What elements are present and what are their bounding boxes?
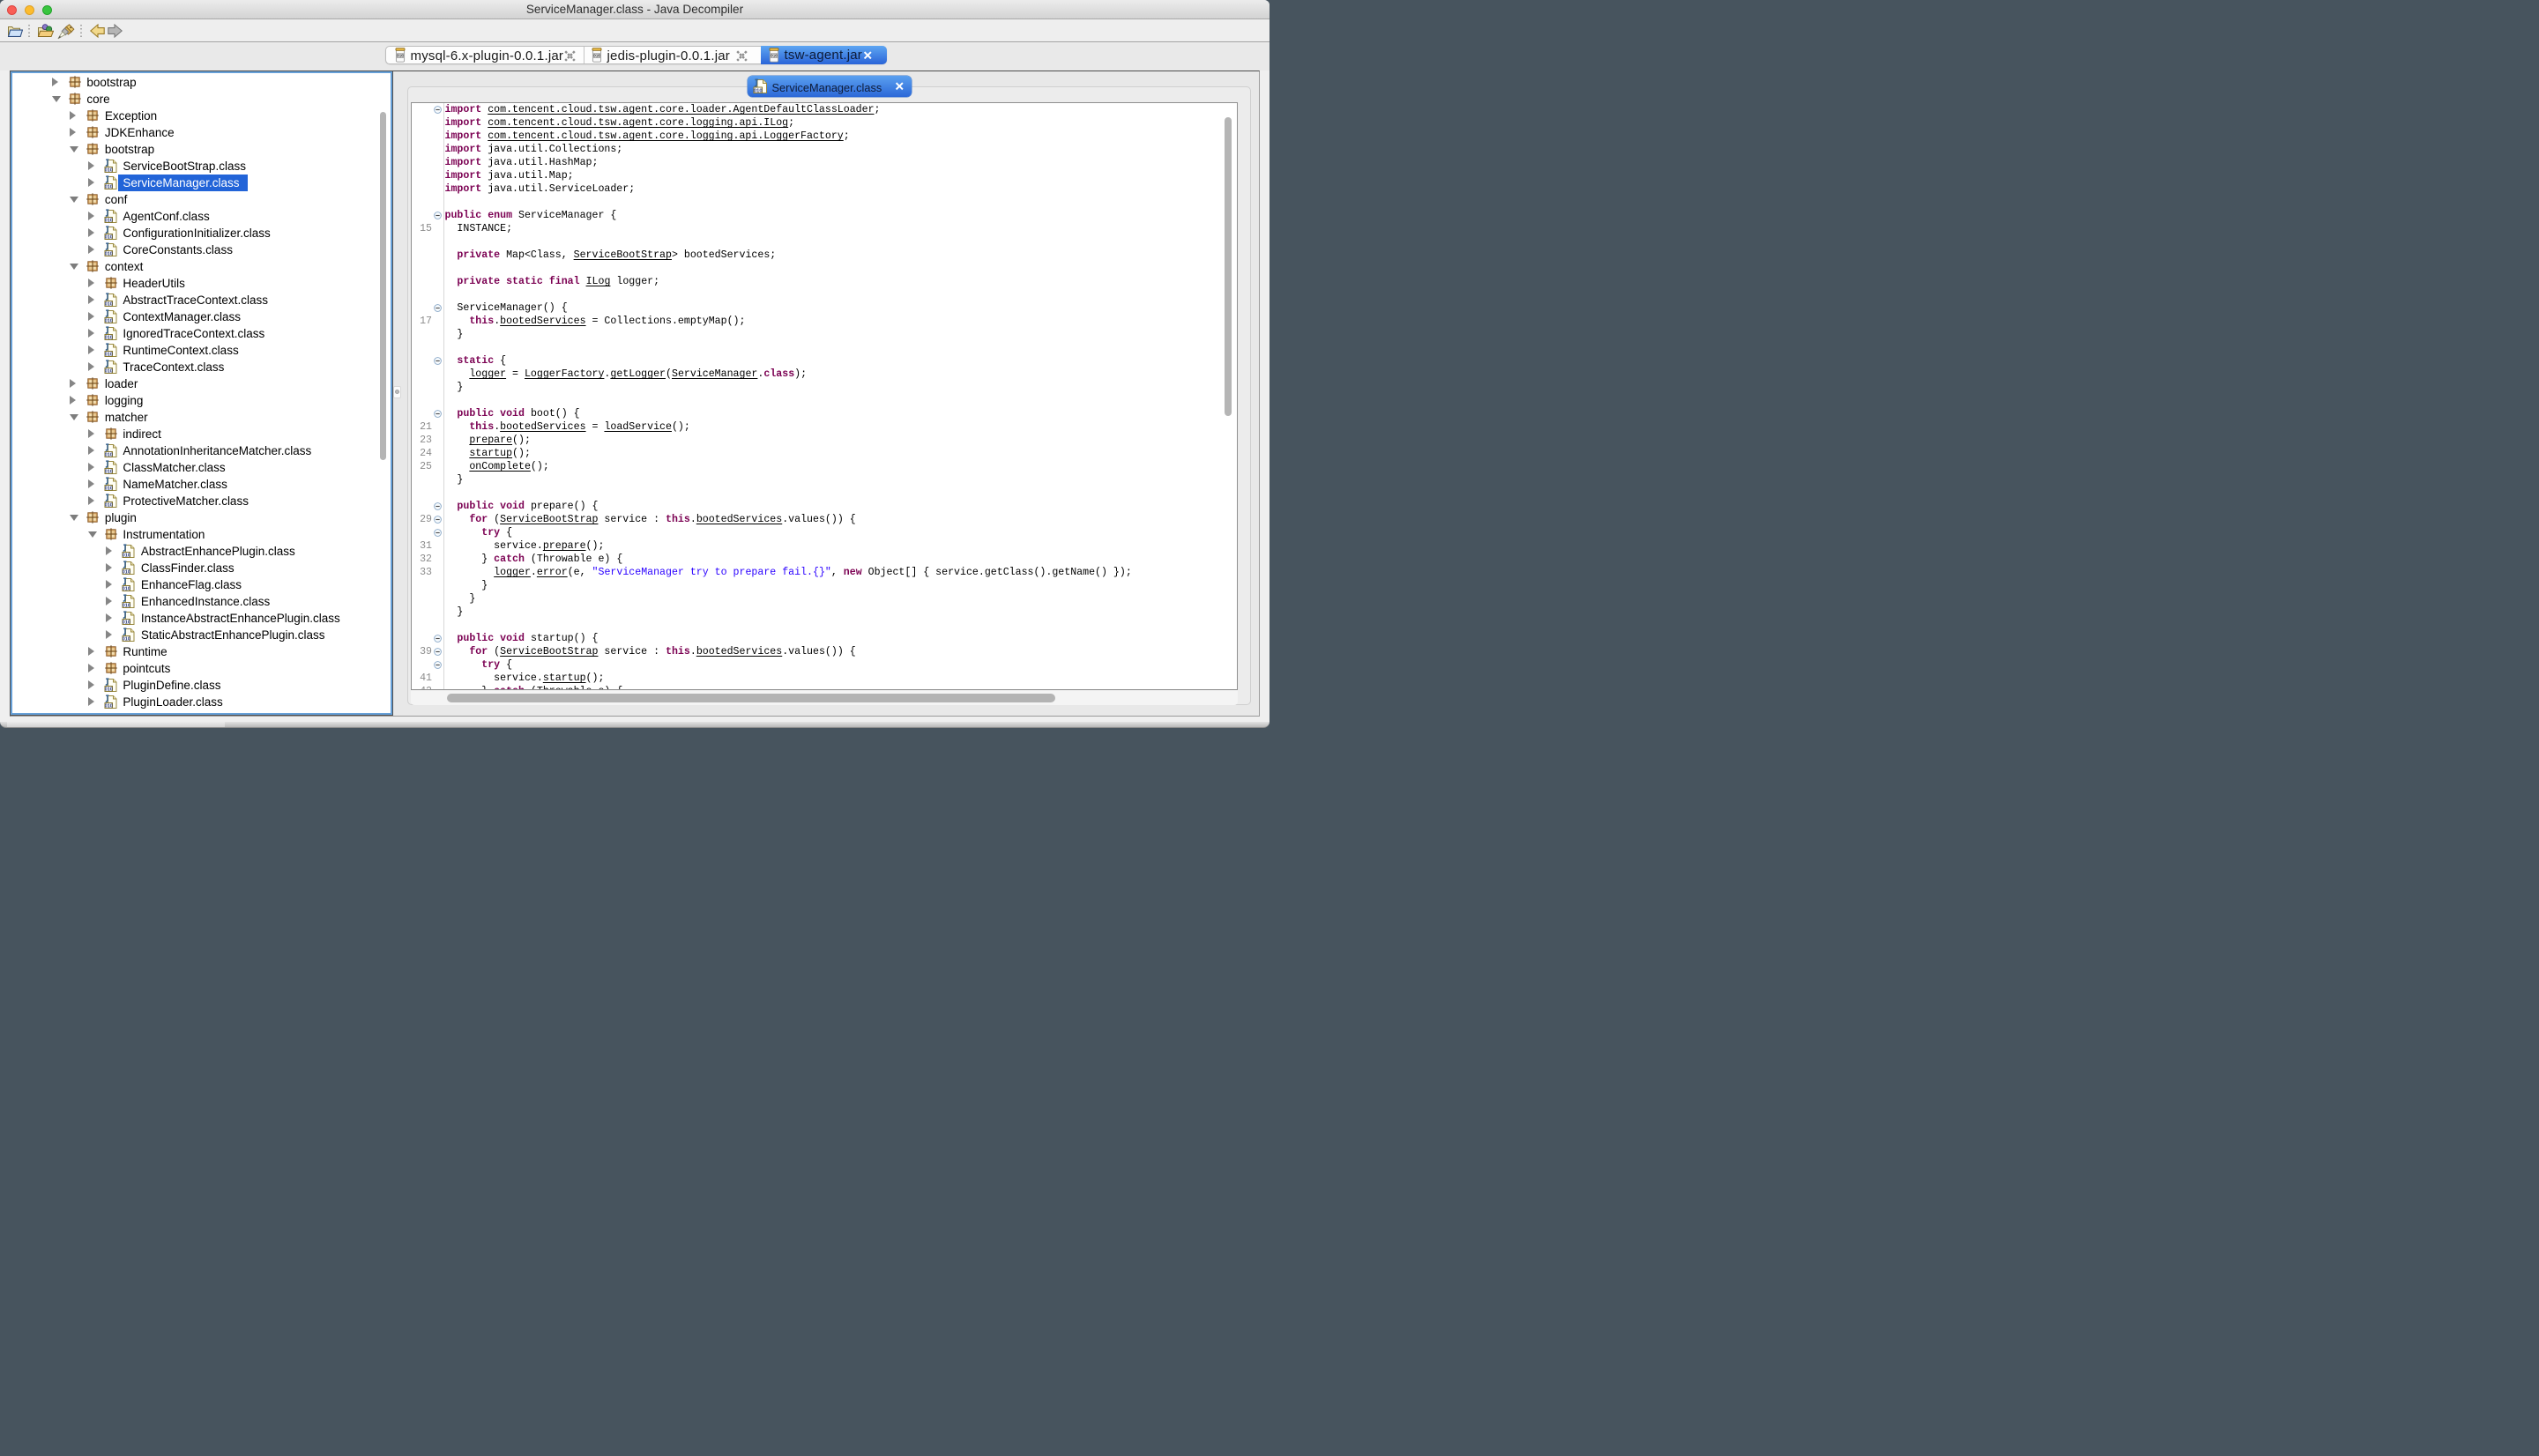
- svg-text:010: 010: [104, 687, 112, 692]
- svg-text:010: 010: [104, 352, 112, 357]
- svg-text:010: 010: [104, 452, 112, 457]
- svg-text:010: 010: [594, 54, 601, 58]
- svg-text:010: 010: [104, 184, 112, 189]
- svg-text:010: 010: [771, 53, 778, 57]
- svg-text:010: 010: [104, 301, 112, 307]
- svg-text:010: 010: [123, 636, 130, 642]
- svg-text:010: 010: [123, 569, 130, 575]
- svg-text:010: 010: [104, 486, 112, 491]
- svg-text:010: 010: [104, 251, 112, 256]
- svg-text:010: 010: [104, 234, 112, 240]
- svg-text:010: 010: [104, 218, 112, 223]
- svg-text:010: 010: [123, 603, 130, 608]
- svg-text:010: 010: [123, 620, 130, 625]
- svg-text:010: 010: [104, 703, 112, 709]
- svg-text:010: 010: [104, 167, 112, 173]
- svg-text:010: 010: [104, 335, 112, 340]
- svg-text:010: 010: [123, 586, 130, 591]
- svg-text:010: 010: [123, 553, 130, 558]
- svg-text:010: 010: [754, 88, 763, 93]
- svg-text:010: 010: [104, 318, 112, 323]
- svg-text:010: 010: [397, 54, 404, 58]
- svg-text:010: 010: [104, 368, 112, 374]
- svg-text:010: 010: [104, 502, 112, 508]
- svg-text:010: 010: [104, 469, 112, 474]
